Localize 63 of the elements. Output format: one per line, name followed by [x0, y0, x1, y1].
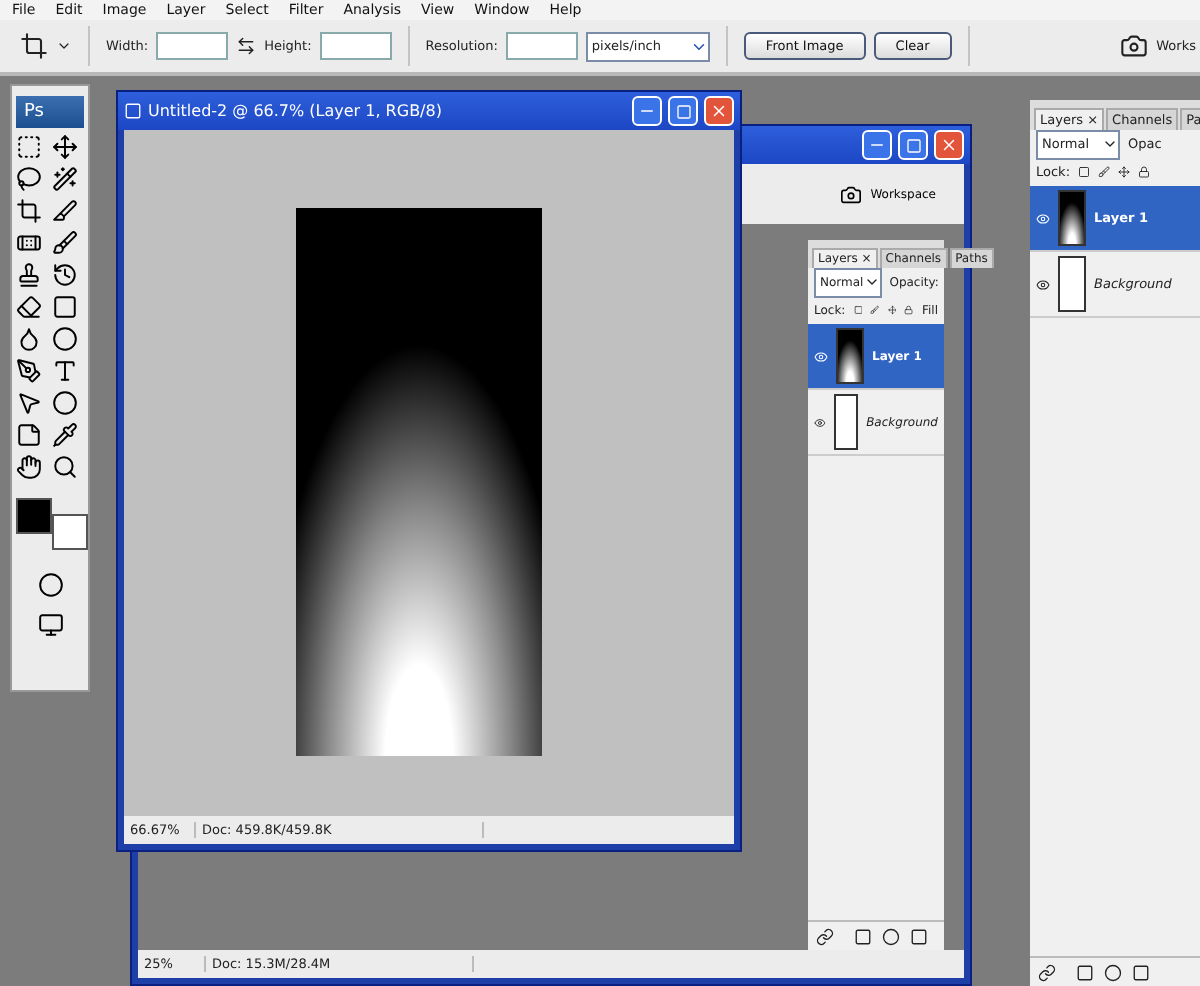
swap-icon[interactable] — [236, 36, 257, 56]
lasso-icon[interactable] — [16, 166, 42, 192]
workspace-icon[interactable] — [840, 183, 863, 205]
maximize-icon[interactable] — [905, 137, 921, 153]
app-logo: Ps — [16, 96, 84, 128]
pen-icon[interactable] — [16, 358, 42, 384]
lock-position-icon[interactable] — [887, 304, 897, 316]
drop-icon[interactable] — [16, 326, 42, 352]
caret-icon[interactable] — [56, 38, 72, 54]
height-field[interactable] — [319, 32, 392, 60]
bandage-icon[interactable] — [16, 230, 42, 256]
visibility-eye-icon[interactable] — [1036, 277, 1050, 291]
move-icon[interactable] — [52, 134, 78, 160]
close-button[interactable] — [704, 96, 734, 126]
lock-all-icon[interactable] — [1138, 166, 1151, 178]
caret-icon[interactable] — [863, 274, 880, 290]
maximize-button[interactable] — [668, 96, 698, 126]
screen-mode-icon[interactable] — [37, 612, 63, 638]
link-icon[interactable] — [816, 927, 834, 945]
layer-thumbnail — [833, 394, 859, 450]
ellipse-icon[interactable] — [52, 390, 78, 416]
crop-icon[interactable] — [16, 198, 42, 224]
marquee-icon[interactable] — [16, 134, 42, 160]
hand-icon[interactable] — [16, 454, 42, 480]
visibility-eye-icon[interactable] — [814, 415, 826, 429]
close-button[interactable] — [934, 130, 964, 160]
brush-icon[interactable] — [52, 230, 78, 256]
document-icon[interactable] — [124, 102, 142, 120]
maximize-icon[interactable] — [675, 103, 691, 119]
pointer-icon[interactable] — [16, 390, 42, 416]
lock-transparency-icon[interactable] — [1078, 166, 1091, 178]
knife-icon[interactable] — [52, 198, 78, 224]
lock-pixels-icon[interactable] — [1098, 166, 1111, 178]
lock-transparency-icon[interactable] — [853, 304, 863, 316]
type-icon[interactable] — [52, 358, 78, 384]
lock-all-icon[interactable] — [904, 304, 914, 316]
lock-pixels-icon[interactable] — [870, 304, 880, 316]
quick-mask-icon[interactable] — [37, 572, 63, 598]
link-icon[interactable] — [1038, 963, 1056, 981]
note-icon[interactable] — [16, 422, 42, 448]
eyedropper-icon[interactable] — [52, 422, 78, 448]
layer-thumbnail — [1058, 190, 1086, 246]
minimize-button[interactable] — [632, 96, 662, 126]
eraser-icon[interactable] — [16, 294, 42, 320]
minimize-button[interactable] — [862, 130, 892, 160]
workspace-icon[interactable] — [1120, 32, 1149, 60]
background-swatch[interactable] — [52, 514, 88, 550]
history-brush-icon[interactable] — [52, 262, 78, 288]
layer-thumbnail — [836, 328, 864, 384]
foreground-swatch[interactable] — [16, 498, 52, 534]
caret-icon[interactable] — [1102, 136, 1118, 152]
window-title: Untitled-2 @ 66.7% (Layer 1, RGB/8) — [148, 102, 444, 120]
close-icon[interactable] — [710, 102, 728, 120]
crop-icon[interactable] — [20, 32, 48, 60]
lock-position-icon[interactable] — [1118, 166, 1131, 178]
width-field[interactable] — [156, 32, 229, 60]
close-icon[interactable] — [940, 136, 958, 154]
resolution-field[interactable] — [505, 32, 578, 60]
zoom-icon[interactable] — [52, 454, 78, 480]
layer-thumbnail — [1058, 256, 1086, 312]
wand-icon[interactable] — [52, 166, 78, 192]
maximize-button[interactable] — [898, 130, 928, 160]
stamp-icon[interactable] — [16, 262, 42, 288]
